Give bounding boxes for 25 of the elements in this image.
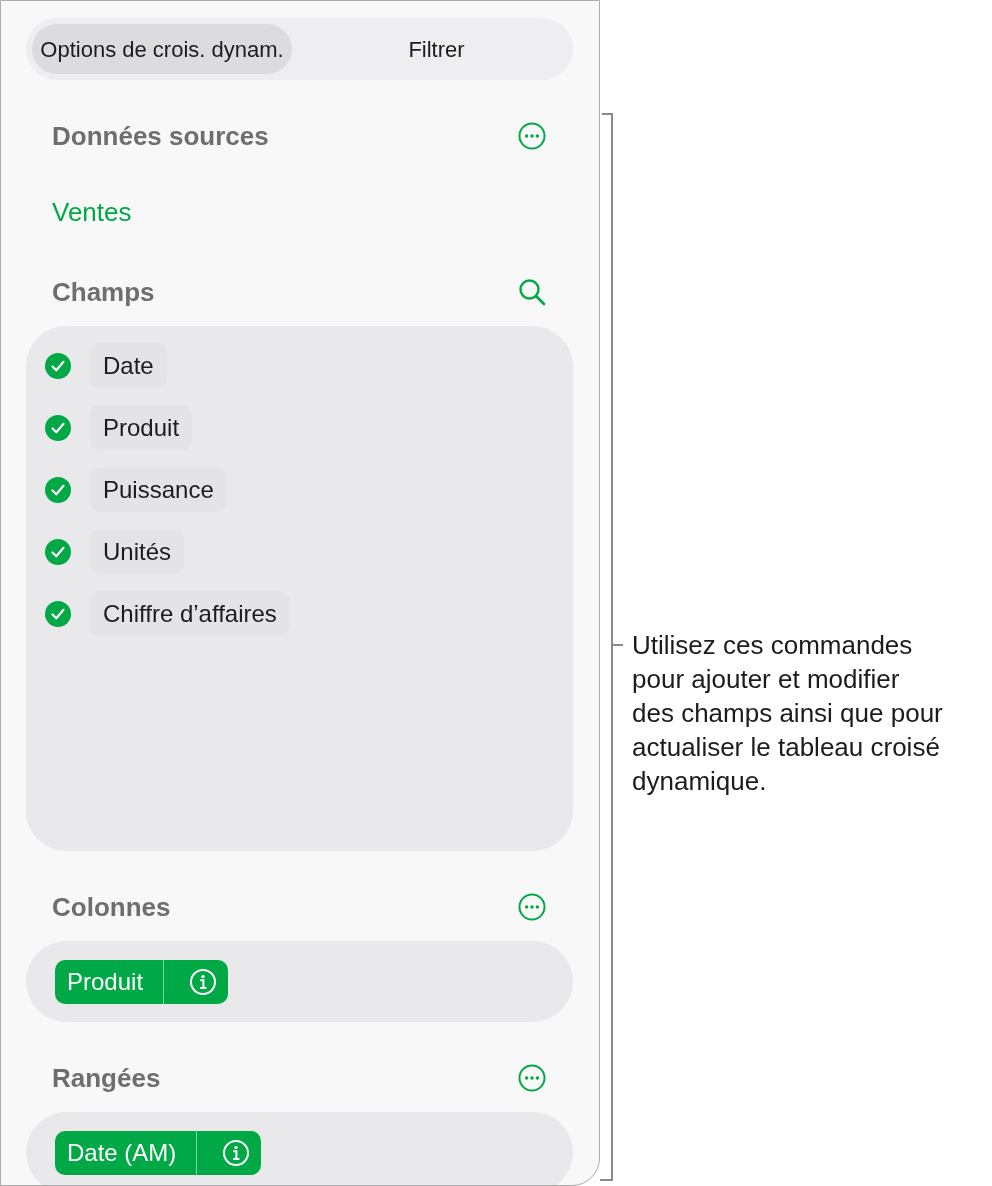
field-chip[interactable]: Unités — [90, 529, 185, 574]
more-options-icon[interactable] — [518, 122, 546, 150]
info-icon — [190, 968, 217, 995]
info-icon — [223, 1139, 250, 1166]
section-heading: Rangées — [52, 1062, 161, 1094]
field-chip[interactable]: Puissance — [90, 467, 227, 512]
check-circle-icon[interactable] — [45, 476, 71, 503]
more-options-icon[interactable] — [518, 1064, 546, 1092]
section-heading: Colonnes — [52, 891, 171, 923]
check-circle-icon[interactable] — [45, 600, 71, 627]
tab[interactable]: Filtrer — [292, 24, 567, 74]
section-heading: Données sources — [52, 120, 269, 152]
tab[interactable]: Options de crois. dynam. — [32, 24, 292, 74]
callout-text: Utilisez ces commandes pour ajouter et modifier des champs ainsi que pour actualiser le tableau croisé dynamique. — [632, 629, 944, 798]
check-circle-icon[interactable] — [45, 538, 71, 565]
more-options-icon[interactable] — [518, 893, 546, 921]
section-heading: Champs — [52, 276, 155, 308]
field-chip[interactable]: Produit — [90, 405, 193, 450]
search-icon[interactable] — [518, 278, 546, 306]
info-button[interactable] — [196, 1130, 262, 1175]
check-circle-icon[interactable] — [45, 352, 71, 379]
check-circle-icon[interactable] — [45, 414, 71, 441]
field-chip[interactable]: Chiffre d’affaires — [90, 591, 290, 636]
info-button[interactable] — [163, 959, 229, 1004]
field-chip[interactable]: Date — [90, 343, 167, 388]
